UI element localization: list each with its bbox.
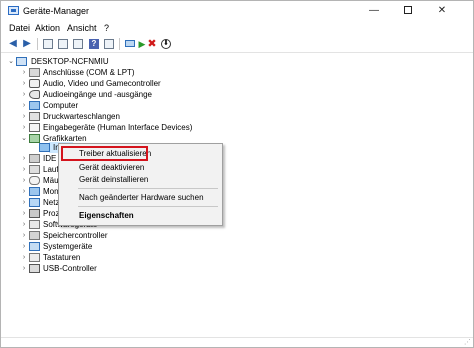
toolbar-separator [119,38,120,50]
storage-controller-icon [29,231,40,240]
category-label: Eingabegeräte (Human Interface Devices) [43,123,193,132]
keyboard-icon [29,253,40,262]
expand-chevron-icon[interactable]: › [20,89,28,100]
monitor-icon [125,40,135,47]
expand-chevron-icon[interactable]: › [20,78,28,89]
list-view-icon [73,39,83,49]
maximize-button[interactable] [393,1,423,21]
status-bar: ⋰ [1,337,473,347]
system-device-icon [29,242,40,251]
category-label: Computer [43,101,79,110]
processor-icon [29,209,40,218]
hid-icon [29,123,40,132]
expand-chevron-icon[interactable]: › [20,164,28,175]
expand-chevron-icon[interactable]: › [20,186,28,197]
category-label: Speichercontroller [43,231,108,240]
tree-view-button[interactable] [42,38,54,50]
expand-chevron-icon[interactable]: › [20,100,28,111]
menu-ansicht[interactable]: Ansicht [67,23,97,33]
menu-aktion[interactable]: Aktion [35,23,60,33]
update-driver-button[interactable]: ⬇ [160,38,172,50]
category-label: USB-Controller [43,264,97,273]
menu-separator [78,206,218,207]
resources-button[interactable] [103,38,115,50]
monitor-icon [29,187,40,196]
maximize-icon [404,6,412,15]
collapse-chevron-icon[interactable]: ⌄ [7,56,15,67]
help-button[interactable]: ? [88,38,100,50]
ide-controller-icon [29,154,40,163]
category-label: Audioeingänge und -ausgänge [43,90,152,99]
usb-controller-icon [29,264,40,273]
toolbar-separator [37,38,38,50]
resources-icon [104,39,114,49]
speaker-icon [29,90,40,99]
expand-chevron-icon[interactable]: › [20,197,28,208]
category-label: Anschlüsse (COM & LPT) [43,68,135,77]
device-manager-icon [8,6,19,15]
drive-icon [29,165,40,174]
category-label: Audio, Video und Gamecontroller [43,79,161,88]
audio-icon [29,79,40,88]
menu-datei[interactable]: Datei [9,23,30,33]
back-arrow-icon[interactable]: ◀ [7,38,19,50]
port-icon [29,68,40,77]
properties-icon [58,39,68,49]
printer-icon [29,112,40,121]
menu-properties[interactable]: Eigenschaften [60,210,221,222]
context-menu: Treiber aktualisieren Gerät deaktivieren… [58,143,223,226]
mouse-icon [29,176,40,185]
category-label: Mon [43,187,59,196]
category-label: Systemgeräte [43,242,93,251]
menu-scan-hardware[interactable]: Nach geänderter Hardware suchen [60,192,221,204]
uninstall-icon[interactable]: ✖ [146,38,158,50]
expand-chevron-icon[interactable]: › [20,122,28,133]
scan-hardware-button[interactable] [124,38,136,50]
software-device-icon [29,220,40,229]
expand-chevron-icon[interactable]: › [20,263,28,274]
list-view-button[interactable] [72,38,84,50]
download-icon: ⬇ [161,39,171,49]
graphics-card-icon [29,134,40,143]
minimize-button[interactable]: — [359,1,389,21]
title-bar: Geräte-Manager — ✕ [1,1,473,21]
network-adapter-icon [29,198,40,207]
monitor-icon [29,101,40,110]
properties-button[interactable] [57,38,69,50]
resize-grip-icon[interactable]: ⋰ [464,338,471,346]
menu-uninstall-device[interactable]: Gerät deinstallieren [60,174,221,186]
display-adapter-icon [39,143,50,152]
expand-chevron-icon[interactable]: › [20,175,28,186]
category-label: Tastaturen [43,253,81,262]
expand-chevron-icon[interactable]: › [20,208,28,219]
expand-chevron-icon[interactable]: › [20,111,28,122]
forward-arrow-icon[interactable]: ▶ [21,38,33,50]
device-manager-window: Geräte-Manager — ✕ Datei Aktion Ansicht … [0,0,474,348]
expand-chevron-icon[interactable]: › [20,230,28,241]
help-icon: ? [89,39,99,49]
collapse-chevron-icon[interactable]: ⌄ [20,133,28,144]
window-title: Geräte-Manager [23,6,90,16]
expand-chevron-icon[interactable]: › [20,241,28,252]
menu-help[interactable]: ? [104,23,109,33]
close-button[interactable]: ✕ [427,1,457,21]
menu-disable-device[interactable]: Gerät deaktivieren [60,162,221,174]
root-label: DESKTOP-NCFNMIU [31,57,109,66]
category-label: Druckwarteschlangen [43,112,120,121]
menu-bar: Datei Aktion Ansicht ? [1,21,473,36]
toolbar: ◀ ▶ ? ▶ ✖ ⬇ [1,36,473,53]
menu-separator [78,188,218,189]
highlight-box [61,146,148,161]
expand-chevron-icon[interactable]: › [20,219,28,230]
expand-chevron-icon[interactable]: › [20,153,28,164]
tree-view-icon [43,39,53,49]
expand-chevron-icon[interactable]: › [20,67,28,78]
computer-icon [16,57,27,66]
expand-chevron-icon[interactable]: › [20,252,28,263]
